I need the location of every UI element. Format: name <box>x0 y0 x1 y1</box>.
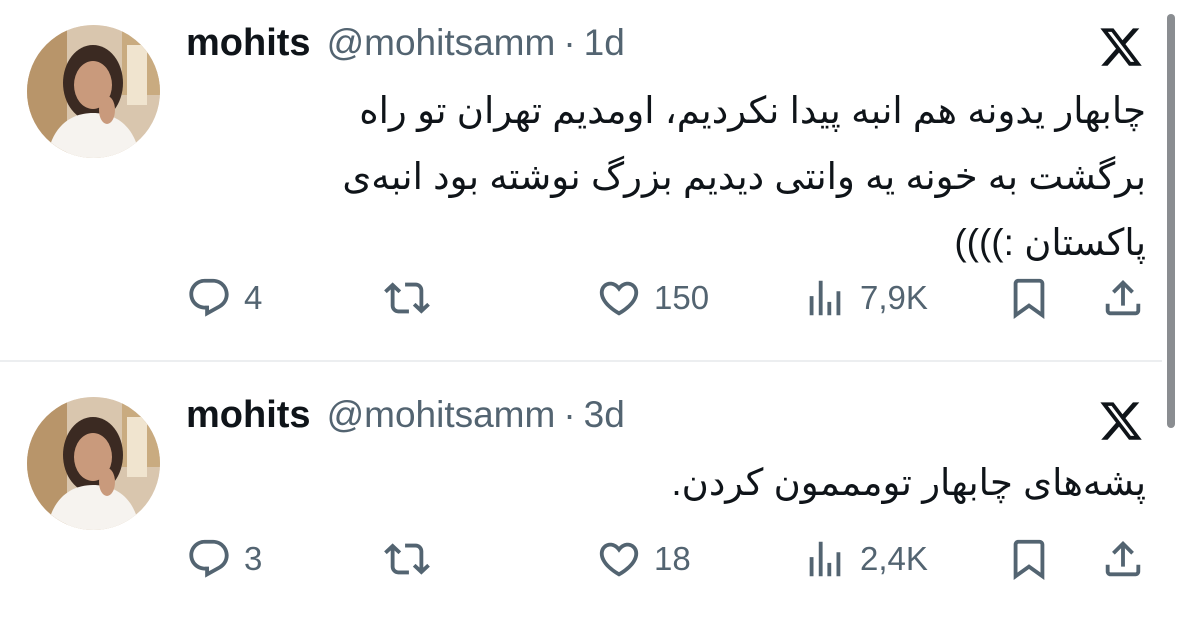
retweet-button[interactable] <box>384 534 442 584</box>
tweet-actions: 4 150 7,9K <box>186 273 1146 323</box>
share-icon <box>1100 536 1146 582</box>
like-count: 150 <box>654 279 710 316</box>
heart-icon <box>596 536 642 582</box>
views-button[interactable]: 2,4K <box>802 534 928 584</box>
display-name[interactable]: mohits <box>186 22 311 65</box>
tweet[interactable]: mohits @mohitsamm · 1d چابهار یدونه هم ا… <box>0 0 1162 360</box>
share-button[interactable] <box>1100 534 1146 584</box>
display-name[interactable]: mohits <box>186 394 311 437</box>
reply-count: 4 <box>244 279 263 316</box>
share-icon <box>1100 275 1146 321</box>
x-logo-icon <box>1096 24 1146 70</box>
tweet[interactable]: mohits @mohitsamm · 3d پشه‌های چابهار تو… <box>0 362 1162 639</box>
reply-count: 3 <box>244 540 263 577</box>
user-handle[interactable]: @mohitsamm <box>327 394 556 436</box>
tweet-text-line: چابهار یدونه هم انبه پیدا نکردیم، اومدیم… <box>359 90 1146 131</box>
bookmark-icon <box>1006 536 1052 582</box>
bookmark-icon <box>1006 275 1052 321</box>
avatar-image <box>27 397 160 530</box>
reply-icon <box>186 275 232 321</box>
user-handle[interactable]: @mohitsamm <box>327 22 556 64</box>
tweet-actions: 3 18 2,4K <box>186 534 1146 584</box>
retweet-icon <box>384 275 430 321</box>
avatar[interactable] <box>27 397 160 530</box>
avatar[interactable] <box>27 25 160 158</box>
view-count: 7,9K <box>860 279 928 316</box>
views-button[interactable]: 7,9K <box>802 273 928 323</box>
like-button[interactable]: 150 <box>596 273 709 323</box>
views-icon <box>802 536 848 582</box>
like-count: 18 <box>654 540 691 577</box>
tweet-header: mohits @mohitsamm · 3d <box>186 394 625 442</box>
x-logo-icon <box>1096 398 1146 444</box>
retweet-button[interactable] <box>384 273 442 323</box>
heart-icon <box>596 275 642 321</box>
avatar-image <box>27 25 160 158</box>
tweet-text: پشه‌های چابهار تومممون کردن. <box>206 450 1146 516</box>
tweet-text: چابهار یدونه هم انبه پیدا نکردیم، اومدیم… <box>206 78 1146 276</box>
tweet-text-line: برگشت به خونه یه وانتی دیدیم بزرگ نوشته … <box>342 156 1146 197</box>
reply-button[interactable]: 4 <box>186 273 262 323</box>
bookmark-button[interactable] <box>1006 273 1052 323</box>
bookmark-button[interactable] <box>1006 534 1052 584</box>
tweet-header: mohits @mohitsamm · 1d <box>186 22 625 70</box>
separator-dot: · <box>563 394 576 435</box>
reply-button[interactable]: 3 <box>186 534 262 584</box>
retweet-icon <box>384 536 430 582</box>
scrollbar[interactable] <box>1167 14 1175 428</box>
view-count: 2,4K <box>860 540 928 577</box>
reply-icon <box>186 536 232 582</box>
views-icon <box>802 275 848 321</box>
like-button[interactable]: 18 <box>596 534 691 584</box>
tweet-text-line: پشه‌های چابهار تومممون کردن. <box>671 462 1146 503</box>
share-button[interactable] <box>1100 273 1146 323</box>
timestamp[interactable]: 1d <box>584 22 625 64</box>
timestamp[interactable]: 3d <box>584 394 625 436</box>
tweet-text-line: پاکستان :)))) <box>954 222 1146 263</box>
separator-dot: · <box>563 22 576 63</box>
